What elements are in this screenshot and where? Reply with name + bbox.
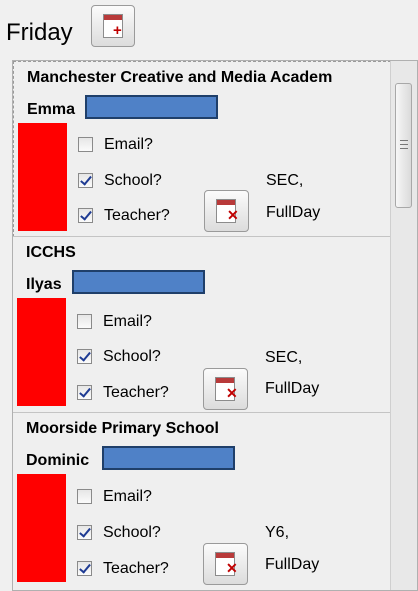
school-checkbox[interactable]: [78, 173, 93, 188]
teacher-checkbox[interactable]: [78, 208, 93, 223]
booking-duration: FullDay: [266, 204, 321, 221]
remove-booking-button[interactable]: ✕: [204, 190, 249, 232]
email-label: Email?: [104, 136, 153, 153]
school-label: School?: [104, 172, 162, 189]
red-status-block: [17, 298, 66, 406]
email-label: Email?: [103, 313, 152, 330]
plus-icon: +: [113, 22, 122, 39]
pupil-name: Ilyas: [26, 276, 62, 293]
pupil-name: Emma: [27, 101, 76, 118]
delete-icon: ✕: [227, 207, 239, 223]
teacher-label: Teacher?: [103, 560, 169, 577]
school-label: School?: [103, 348, 161, 365]
scrollbar-thumb[interactable]: [395, 83, 412, 208]
booking-duration: FullDay: [265, 380, 320, 397]
delete-icon: ✕: [226, 560, 238, 576]
email-checkbox[interactable]: [77, 489, 92, 504]
email-label: Email?: [103, 488, 152, 505]
school-checkbox[interactable]: [77, 525, 92, 540]
booking-group: Y6,: [265, 524, 290, 541]
pupil-name: Dominic: [26, 452, 90, 469]
bookings-list[interactable]: Manchester Creative and Media Academ Emm…: [12, 60, 418, 591]
delete-icon: ✕: [226, 385, 238, 401]
red-status-block: [17, 474, 66, 582]
booking-group: SEC,: [266, 172, 304, 189]
day-title: Friday: [6, 19, 73, 46]
school-name: Moorside Primary School: [26, 420, 219, 437]
redacted-surname: [85, 95, 218, 119]
booking-group: SEC,: [265, 349, 303, 366]
add-booking-button[interactable]: +: [91, 5, 135, 47]
school-label: School?: [103, 524, 161, 541]
teacher-label: Teacher?: [103, 384, 169, 401]
booking-duration: FullDay: [265, 556, 320, 573]
booking-entry: ICCHS Ilyas Email? School? Teacher? ✕ SE…: [13, 236, 391, 412]
vertical-scrollbar[interactable]: [390, 61, 417, 590]
teacher-checkbox[interactable]: [77, 561, 92, 576]
teacher-checkbox[interactable]: [77, 385, 92, 400]
school-name: ICCHS: [26, 244, 76, 261]
redacted-surname: [102, 446, 235, 470]
red-status-block: [18, 123, 67, 231]
email-checkbox[interactable]: [77, 314, 92, 329]
remove-booking-button[interactable]: ✕: [203, 368, 248, 410]
booking-entry: Manchester Creative and Media Academ Emm…: [13, 61, 391, 237]
redacted-surname: [72, 270, 205, 294]
school-checkbox[interactable]: [77, 349, 92, 364]
school-name: Manchester Creative and Media Academ: [27, 69, 333, 86]
grip-icon: [400, 140, 408, 149]
email-checkbox[interactable]: [78, 137, 93, 152]
booking-entry: Moorside Primary School Dominic Email? S…: [13, 412, 391, 588]
remove-booking-button[interactable]: ✕: [203, 543, 248, 585]
teacher-label: Teacher?: [104, 207, 170, 224]
